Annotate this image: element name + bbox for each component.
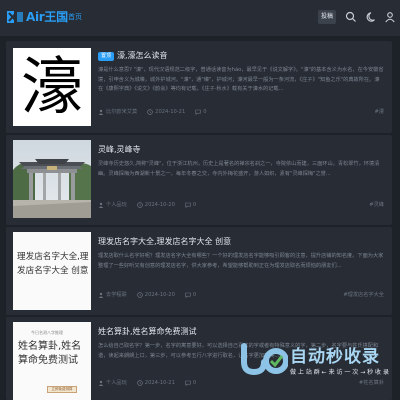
pinned-badge: 置顶 [98,52,115,61]
clock-icon [137,379,143,386]
user-icon[interactable] [384,11,396,23]
post-title[interactable]: 理发店名字大全,理发店名字大全 创意 [98,236,231,247]
post-meta: 个人品玩 2024-10-20 0 [98,201,206,208]
author-icon [98,109,104,115]
post-comment-count: 0 [192,291,197,298]
top-navbar: Air王国 首页 投稿 [0,0,400,36]
post-excerpt: 灵峰寺历史悠久,简称"灵峰"，位于浙江杭州，历史上是著名的禅宗名刹之一，寺院依山… [98,161,380,177]
post-author[interactable]: 去学程联 [106,291,127,298]
post-thumbnail[interactable] [13,140,91,218]
post-meta: 去学程联 2024-10-20 0 [98,291,206,298]
post-card[interactable]: 理发店名字大全,理发店名字大全 创意 理发店名字大全,理发店名字大全 创意 理发… [6,227,392,315]
thumbnail-text: 今日名测八字推理 姓名算卦,姓名算命免费测试 立即免费测算 [13,322,91,400]
thumbnail-character: 濠 [13,48,91,126]
logo-icon [7,10,23,23]
comment-icon [185,202,191,208]
post-card[interactable]: 濠 置顶 濠,濠怎么读音 濠是什么意思? "濠"，现代汉语规范二级字，普通话读音为… [6,41,392,133]
thumbnail-headline: 姓名算卦,姓名算命免费测试 [18,341,82,366]
post-tag[interactable]: #灵峰 [369,201,384,208]
watermark-title: 自动秒收录 [290,347,380,367]
post-comment-count: 0 [203,108,207,115]
thumbnail-text: 理发店名字大全,理发店名字大全 创意 [13,232,91,310]
post-meta: 个人品玩 2024-10-21 0 [98,379,206,386]
watermark-logo-icon [241,343,288,376]
post-title[interactable]: 灵峰,灵峰寺 [98,144,141,155]
thumbnail-button: 立即免费测算 [47,386,77,393]
comment-icon [195,109,201,115]
post-title-text: 濠,濠怎么读音 [117,51,168,60]
post-author[interactable]: 比尔欧米艾莫 [106,108,137,115]
post-thumbnail[interactable]: 今日名测八字推理 姓名算卦,姓名算命免费测试 立即免费测算 [13,322,91,400]
comment-icon [185,380,191,386]
moon-icon[interactable] [366,11,378,23]
thumbnail-caption: 今日名测八字推理 [31,330,63,335]
post-meta: 比尔欧米艾莫 2024-10-21 0 [98,108,217,115]
watermark-subtitle: 做 上 站 群 ← 来 访 一 次 → 秒 收 录 [290,369,389,376]
post-author[interactable]: 个人品玩 [106,379,127,386]
post-date: 2024-10-20 [144,201,175,208]
clock-icon [137,201,143,208]
author-icon [98,380,104,386]
author-icon [98,292,104,298]
clock-icon [147,108,153,115]
post-title-text: 理发店名字大全,理发店名字大全 创意 [98,237,232,246]
watermark-overlay: 自动秒收录 做 上 站 群 ← 来 访 一 次 → 秒 收 录 [238,338,389,384]
post-title-text: 姓名算卦,姓名算命免费测试 [98,327,197,336]
contribute-button[interactable]: 投稿 [318,10,336,24]
post-comment-count: 0 [192,379,197,386]
post-date: 2024-10-20 [144,291,175,298]
clock-icon [137,291,143,298]
post-card[interactable]: 灵峰,灵峰寺 灵峰寺历史悠久,简称"灵峰"，位于浙江杭州，历史上是著名的禅宗名刹… [6,135,392,225]
post-tag[interactable]: #漫 [374,108,384,115]
search-icon[interactable] [345,11,357,23]
post-comment-count: 0 [192,201,197,208]
comment-icon [185,292,191,298]
nav-home-link[interactable]: 首页 [68,12,82,22]
post-author[interactable]: 个人品玩 [106,201,127,208]
author-icon [98,202,104,208]
post-title[interactable]: 置顶 濠,濠怎么读音 [98,50,168,61]
post-thumbnail[interactable]: 理发店名字大全,理发店名字大全 创意 [13,232,91,310]
post-date: 2024-10-21 [144,379,175,386]
post-date: 2024-10-21 [155,108,186,115]
logo-text: Air王国 [26,10,68,24]
post-excerpt: 濠是什么意思? "濠"，现代汉语规范二级字，普通话读音为háo，最早见于《说文解… [98,67,384,92]
site-logo[interactable]: Air王国 [6,8,68,25]
post-tag[interactable]: #理发店名字大全 [343,291,384,298]
post-title-text: 灵峰,灵峰寺 [98,145,141,154]
post-thumbnail[interactable]: 濠 [13,48,91,126]
post-title[interactable]: 姓名算卦,姓名算命免费测试 [98,326,197,337]
temple-gate-image [13,140,91,218]
